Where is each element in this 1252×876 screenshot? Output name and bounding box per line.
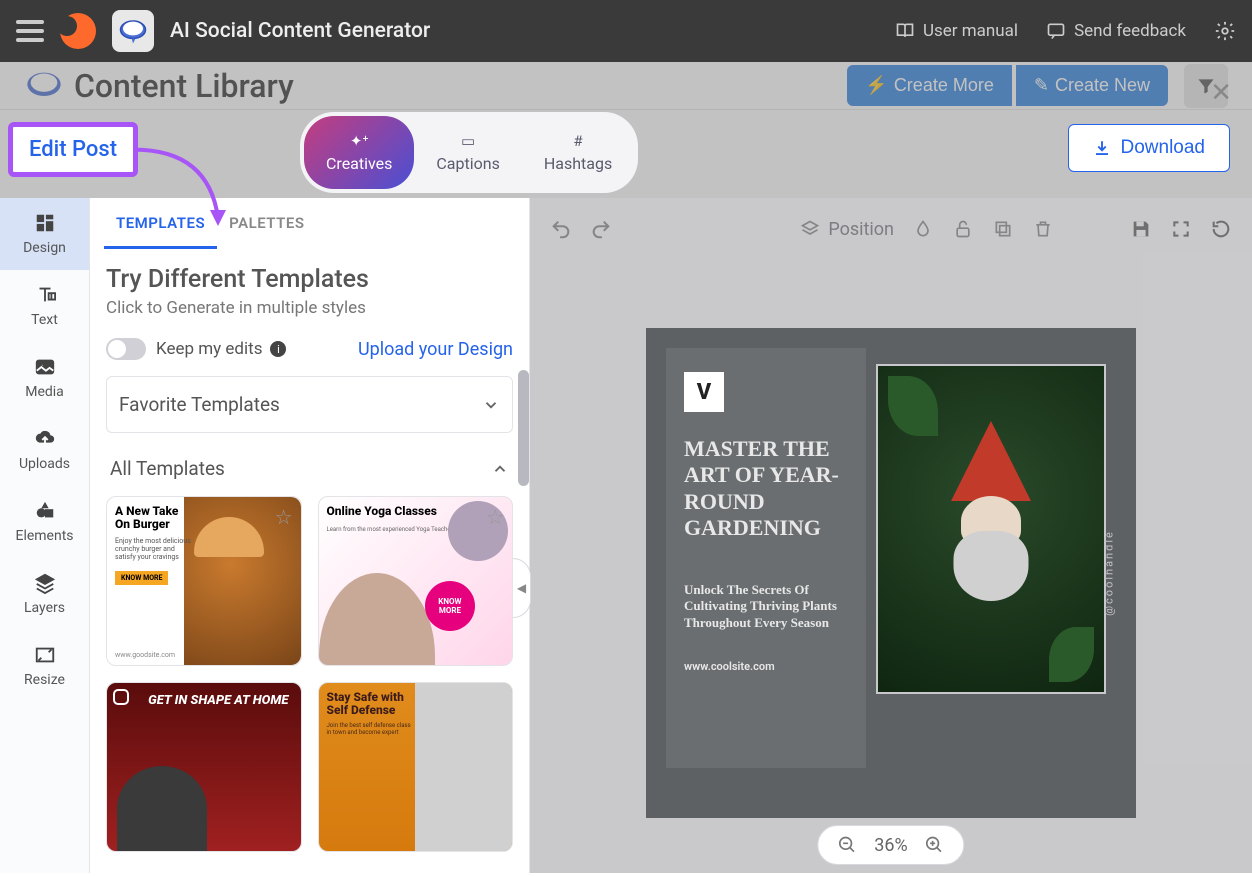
preview-text-column: V MASTER THE ART OF YEAR-ROUND GARDENING… (666, 348, 866, 768)
resize-icon (34, 644, 56, 666)
zoom-value: 36% (874, 835, 907, 856)
design-preview[interactable]: V MASTER THE ART OF YEAR-ROUND GARDENING… (646, 328, 1136, 818)
zoom-out-icon[interactable] (836, 834, 858, 856)
design-icon (34, 212, 56, 234)
text-icon (34, 284, 56, 306)
tab-templates[interactable]: TEMPLATES (104, 198, 217, 249)
side-panel: TEMPLATES PALETTES Try Different Templat… (90, 198, 530, 873)
panel-collapse-handle[interactable]: ◀ (513, 558, 531, 618)
mode-tabs: ✦⁺ Creatives ▭ Captions # Hashtags (300, 112, 638, 193)
template-card-3[interactable]: GET IN SHAPE AT HOME (106, 682, 302, 852)
upload-icon (34, 428, 56, 450)
canvas-area: Position V MASTER (530, 198, 1252, 873)
close-button[interactable]: ✕ (1210, 78, 1232, 108)
preview-photo (876, 364, 1106, 694)
star-icon[interactable]: ☆ (275, 505, 293, 529)
topbar-right: User manual Send feedback (895, 20, 1236, 42)
elements-icon (34, 500, 56, 522)
media-icon (34, 356, 56, 378)
tab-hashtags[interactable]: # Hashtags (522, 116, 634, 189)
panel-tabs: TEMPLATES PALETTES (90, 198, 529, 251)
preview-headline: MASTER THE ART OF YEAR-ROUND GARDENING (684, 436, 848, 542)
brand-icon (60, 13, 96, 49)
star-icon[interactable]: ☆ (486, 505, 504, 529)
templates-grid: ☆ A New Take On Burger Enjoy the most de… (106, 490, 513, 858)
menu-icon[interactable] (16, 20, 44, 42)
tab-captions[interactable]: ▭ Captions (414, 116, 521, 189)
book-icon (895, 21, 915, 41)
rail-layers[interactable]: Layers (0, 558, 89, 630)
preview-logo: V (684, 372, 724, 412)
rail-media[interactable]: Media (0, 342, 89, 414)
edit-post-button[interactable]: Edit Post (8, 122, 138, 177)
template-card-4[interactable]: Stay Safe with Self Defense Join the bes… (318, 682, 514, 852)
editor-body: Design Text Media Uploads Elements Layer… (0, 198, 1252, 873)
scrollbar-thumb[interactable] (518, 370, 529, 486)
topbar: AI Social Content Generator User manual … (0, 0, 1252, 62)
panel-title: Try Different Templates (106, 265, 513, 294)
cc-icon: ▭ (461, 132, 475, 150)
upload-design-link[interactable]: Upload your Design (358, 339, 513, 360)
app-title: AI Social Content Generator (170, 19, 430, 43)
chat-icon (1046, 21, 1066, 41)
info-icon[interactable]: i (270, 341, 286, 357)
template-card-1[interactable]: ☆ A New Take On Burger Enjoy the most de… (106, 496, 302, 666)
keep-edits-toggle[interactable] (106, 338, 146, 360)
gear-icon[interactable] (1214, 20, 1236, 42)
accordion-all-header[interactable]: All Templates (106, 447, 513, 490)
app-icon (112, 10, 154, 52)
chevron-up-icon (491, 460, 509, 478)
accordion-favorite: Favorite Templates (106, 376, 513, 433)
keep-edits-label: Keep my edits i (156, 339, 286, 359)
preview-url: www.coolsite.com (684, 660, 848, 673)
topbar-left: AI Social Content Generator (16, 10, 430, 52)
user-manual-link[interactable]: User manual (895, 21, 1018, 41)
download-button[interactable]: Download (1068, 124, 1231, 172)
preview-handle: @coolhandle (1103, 530, 1116, 616)
rail-resize[interactable]: Resize (0, 630, 89, 702)
tab-palettes[interactable]: PALETTES (217, 198, 316, 249)
panel-body: Try Different Templates Click to Generat… (90, 251, 529, 876)
zoom-control: 36% (817, 825, 964, 865)
rail-uploads[interactable]: Uploads (0, 414, 89, 486)
hash-icon: # (573, 132, 582, 150)
tab-creatives[interactable]: ✦⁺ Creatives (304, 116, 414, 189)
panel-subtitle: Click to Generate in multiple styles (106, 298, 513, 318)
chevron-down-icon (482, 396, 500, 414)
left-rail: Design Text Media Uploads Elements Layer… (0, 198, 90, 873)
zoom-in-icon[interactable] (924, 834, 946, 856)
rail-elements[interactable]: Elements (0, 486, 89, 558)
accordion-all: All Templates ☆ A New Take On Burger Enj… (106, 447, 513, 858)
preview-sub: Unlock The Secrets Of Cultivating Thrivi… (684, 582, 848, 633)
rail-design[interactable]: Design (0, 198, 89, 270)
template-card-2[interactable]: ☆ Online Yoga Classes Learn from the mos… (318, 496, 514, 666)
send-feedback-link[interactable]: Send feedback (1046, 21, 1186, 41)
instagram-icon (113, 689, 129, 705)
wand-icon: ✦⁺ (350, 132, 369, 150)
panel-options-row: Keep my edits i Upload your Design (106, 338, 513, 360)
layers-icon (34, 572, 56, 594)
download-icon (1093, 139, 1111, 157)
accordion-favorite-header[interactable]: Favorite Templates (106, 376, 513, 433)
rail-text[interactable]: Text (0, 270, 89, 342)
